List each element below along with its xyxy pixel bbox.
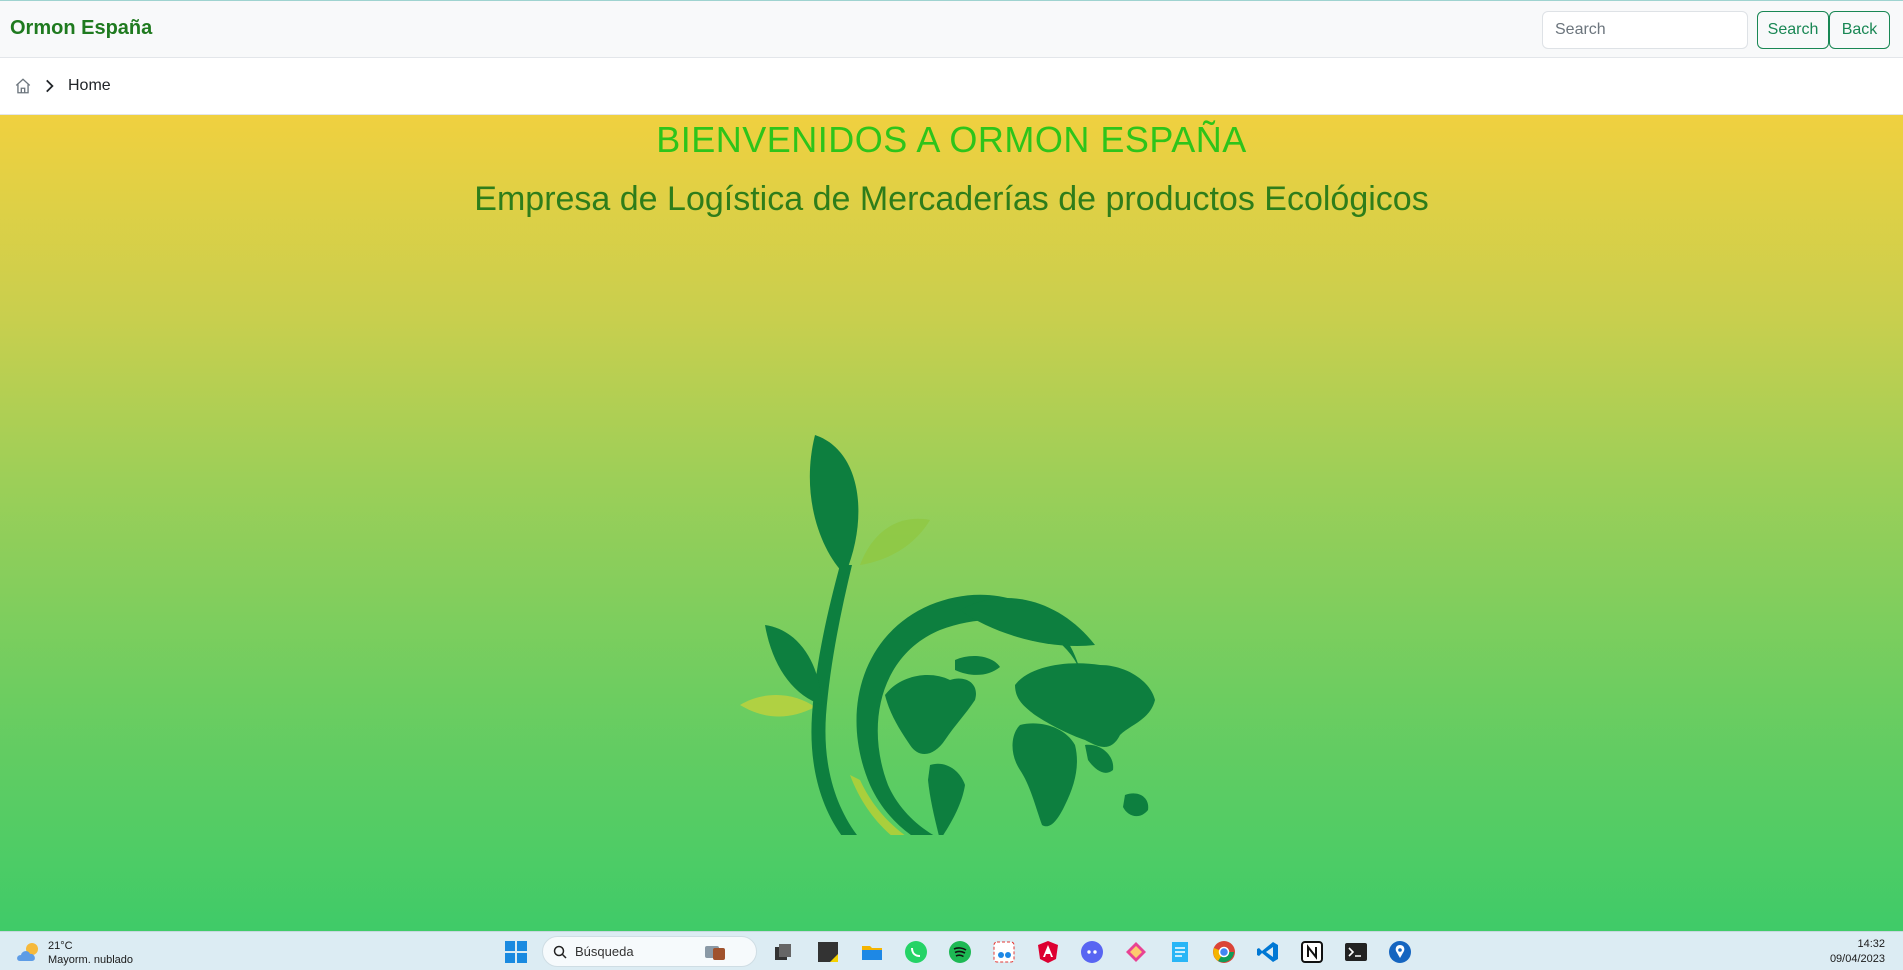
vscode-icon[interactable]	[1256, 940, 1280, 964]
task-view-icon[interactable]	[771, 940, 795, 964]
top-navbar: Ormon España Search Back	[0, 0, 1903, 58]
home-icon[interactable]	[14, 77, 32, 95]
search-input[interactable]	[1542, 11, 1748, 49]
file-explorer-icon[interactable]	[860, 940, 884, 964]
ring-leaf	[960, 597, 1095, 646]
australia	[1123, 793, 1149, 817]
maps-icon[interactable]	[1388, 940, 1412, 964]
greenland	[955, 655, 1000, 675]
weather-temp: 21°C	[48, 940, 73, 952]
notepad-icon[interactable]	[1168, 940, 1192, 964]
breadcrumb: Home	[0, 58, 1903, 115]
partly-cloudy-icon	[17, 943, 38, 961]
left-leaf	[765, 625, 822, 705]
africa	[1012, 723, 1077, 827]
weather-widget[interactable]: 21°C Mayorm. nublado	[14, 939, 133, 967]
sourcetree-icon[interactable]	[1124, 940, 1148, 964]
clock-date: 09/04/2023	[1829, 953, 1885, 965]
chevron-right-icon	[42, 77, 56, 95]
search-button[interactable]: Search	[1757, 11, 1829, 49]
india-asia	[1085, 744, 1114, 773]
system-clock[interactable]: 14:32 09/04/2023	[1830, 937, 1885, 967]
south-america	[928, 763, 965, 835]
weather-desc: Mayorm. nublado	[48, 954, 133, 966]
taskbar-search-label: Búsqueda	[575, 944, 634, 959]
whatsapp-icon[interactable]	[904, 940, 928, 964]
hero-subtitle: Empresa de Logística de Mercaderías de p…	[474, 180, 1429, 218]
search-icon	[553, 945, 567, 959]
light-leaf-left	[740, 695, 815, 717]
notion-icon[interactable]	[1300, 940, 1324, 964]
snipping-tool-icon[interactable]	[992, 940, 1016, 964]
angular-icon[interactable]	[1036, 940, 1060, 964]
breadcrumb-item-home[interactable]: Home	[68, 77, 111, 95]
chrome-icon[interactable]	[1212, 940, 1236, 964]
windows-start-icon[interactable]	[504, 940, 528, 964]
hero-section: BIENVENIDOS A ORMON ESPAÑA Empresa de Lo…	[0, 115, 1903, 931]
brand-logo-text[interactable]: Ormon España	[10, 17, 152, 40]
light-leaf-upper	[860, 518, 930, 565]
terminal-icon[interactable]	[1344, 940, 1368, 964]
discord-icon[interactable]	[1080, 940, 1104, 964]
widgets-icon[interactable]	[703, 940, 727, 964]
clock-time: 14:32	[1857, 938, 1885, 950]
eco-globe-logo	[740, 435, 1155, 835]
hero-title: BIENVENIDOS A ORMON ESPAÑA	[656, 119, 1247, 160]
spotify-icon[interactable]	[948, 940, 972, 964]
sticky-notes-icon[interactable]	[816, 940, 840, 964]
north-america	[885, 675, 976, 755]
top-leaf	[809, 435, 859, 575]
windows-taskbar: 21°C Mayorm. nublado Búsqueda 14:32 09/0…	[0, 931, 1903, 970]
back-button[interactable]: Back	[1829, 11, 1890, 49]
